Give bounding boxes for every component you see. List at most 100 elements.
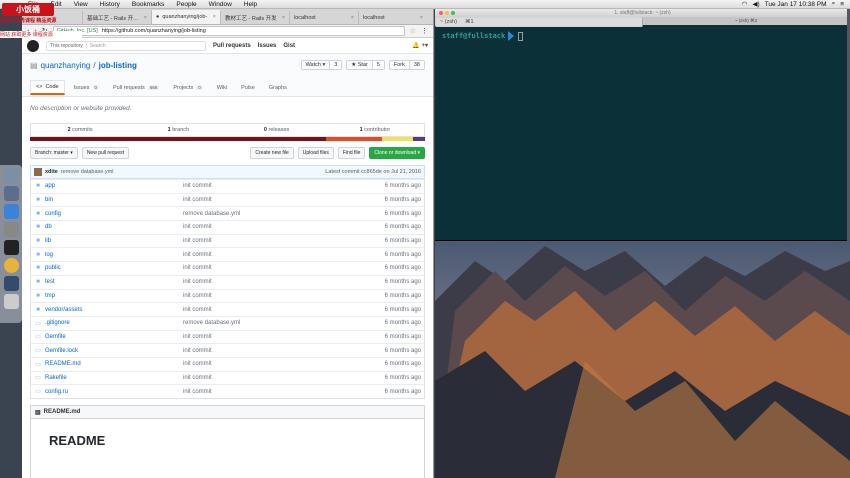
- close-icon[interactable]: [439, 11, 443, 15]
- file-commit-message[interactable]: init commit: [183, 334, 372, 340]
- browser-tab[interactable]: localhost ×: [358, 11, 427, 24]
- terminal-window[interactable]: 1. staff@fullstack: ~ (zsh) ~ (zsh) ⌘1 ~…: [435, 9, 850, 241]
- file-commit-message[interactable]: init commit: [183, 265, 372, 271]
- table-row[interactable]: ▭ config.ru init commit 6 months ago: [31, 384, 424, 398]
- minimize-icon[interactable]: [445, 11, 449, 15]
- volume-icon[interactable]: ◀): [752, 0, 759, 8]
- header-link-issues[interactable]: Issues: [258, 43, 277, 49]
- file-name[interactable]: db: [45, 224, 183, 230]
- table-row[interactable]: ■ app init commit 6 months ago: [31, 179, 424, 193]
- terminal-icon[interactable]: [3, 240, 19, 255]
- file-name[interactable]: Rakefile: [45, 375, 183, 381]
- repo-name[interactable]: job-listing: [99, 61, 137, 70]
- close-icon[interactable]: ×: [282, 15, 285, 21]
- table-row[interactable]: ■ public init commit 6 months ago: [31, 261, 424, 275]
- menu-bookmarks[interactable]: Bookmarks: [126, 1, 171, 8]
- file-commit-message[interactable]: init commit: [183, 389, 372, 395]
- clock[interactable]: Tue Jan 17 10:38 PM: [765, 1, 827, 8]
- fork-button[interactable]: Fork 38: [388, 60, 425, 70]
- file-commit-message[interactable]: init commit: [183, 252, 372, 258]
- table-row[interactable]: ■ test init commit 6 months ago: [31, 274, 424, 289]
- file-commit-message[interactable]: init commit: [183, 348, 372, 354]
- notifications-icon[interactable]: ≡: [840, 1, 844, 8]
- app-icon[interactable]: [3, 276, 19, 291]
- repo-owner[interactable]: quanzhanying: [41, 61, 91, 70]
- table-row[interactable]: ■ bin init commit 6 months ago: [31, 192, 424, 207]
- header-link-gist[interactable]: Gist: [283, 43, 295, 49]
- terminal-tab-2[interactable]: ~ (zsh) ⌘2: [643, 17, 850, 25]
- table-row[interactable]: ■ lib init commit 6 months ago: [31, 233, 424, 248]
- wifi-icon[interactable]: ◠: [742, 0, 748, 8]
- file-name[interactable]: Gemfile.lock: [45, 348, 183, 354]
- avatar[interactable]: [34, 168, 42, 176]
- table-row[interactable]: ■ log init commit 6 months ago: [31, 247, 424, 261]
- launchpad-icon[interactable]: [3, 186, 19, 201]
- menu-people[interactable]: People: [170, 1, 202, 8]
- commit-author[interactable]: xdite: [45, 169, 58, 175]
- finder-icon[interactable]: [3, 168, 19, 183]
- file-name[interactable]: vendor/assets: [45, 307, 183, 313]
- url-field[interactable]: GitHub, Inc. [US] https://github.com/qua…: [52, 26, 405, 36]
- trash-icon[interactable]: [3, 294, 19, 309]
- star-button[interactable]: ★ Star 5: [346, 60, 385, 70]
- file-name[interactable]: public: [45, 265, 183, 271]
- header-icons[interactable]: 🔔 +▾: [412, 42, 428, 49]
- table-row[interactable]: ▭ README.md init commit 6 months ago: [31, 356, 424, 371]
- close-icon[interactable]: ×: [213, 14, 216, 20]
- table-row[interactable]: ■ db init commit 6 months ago: [31, 220, 424, 234]
- language-bar[interactable]: [30, 137, 425, 141]
- file-name[interactable]: log: [45, 252, 183, 258]
- file-commit-message[interactable]: init commit: [183, 293, 372, 299]
- table-row[interactable]: ■ config remove database.yml 6 months ago: [31, 206, 424, 220]
- create-new-file-button[interactable]: Create new file: [250, 147, 294, 159]
- file-commit-message[interactable]: init commit: [183, 224, 372, 230]
- latest-commit[interactable]: Latest commit cc865de on Jul 21, 2016: [325, 169, 421, 175]
- tab-graphs[interactable]: Graphs: [264, 80, 292, 95]
- file-name[interactable]: lib: [45, 238, 183, 244]
- close-icon[interactable]: ×: [144, 15, 147, 21]
- menu-icon[interactable]: ⋮: [421, 27, 428, 35]
- spotlight-icon[interactable]: ⌕: [832, 0, 836, 8]
- file-name[interactable]: README.md: [45, 361, 183, 367]
- header-link-pull-requests[interactable]: Pull requests: [213, 43, 251, 49]
- menu-window[interactable]: Window: [203, 1, 238, 8]
- file-name[interactable]: .gitignore: [45, 320, 183, 326]
- chrome-icon[interactable]: [3, 258, 19, 273]
- file-name[interactable]: test: [45, 279, 183, 285]
- file-commit-message[interactable]: remove database.yml: [183, 211, 372, 217]
- close-icon[interactable]: ×: [420, 15, 423, 21]
- clone-download-button[interactable]: Clone or download ▾: [369, 147, 425, 159]
- file-commit-message[interactable]: init commit: [183, 375, 372, 381]
- file-commit-message[interactable]: init commit: [183, 307, 372, 313]
- file-commit-message[interactable]: init commit: [183, 197, 372, 203]
- file-commit-message[interactable]: init commit: [183, 183, 372, 189]
- file-name[interactable]: config.ru: [45, 389, 183, 395]
- menu-history[interactable]: History: [94, 1, 126, 8]
- menu-help[interactable]: Help: [238, 1, 263, 8]
- contributors-link[interactable]: 1 contributor: [326, 127, 424, 133]
- file-name[interactable]: Gemfile: [45, 334, 183, 340]
- close-icon[interactable]: ×: [351, 15, 354, 21]
- find-file-button[interactable]: Find file: [337, 147, 366, 159]
- new-pull-request-button[interactable]: New pull request: [81, 147, 130, 159]
- releases-link[interactable]: 0 releases: [228, 127, 326, 133]
- table-row[interactable]: ■ vendor/assets init commit 6 months ago: [31, 302, 424, 316]
- browser-tab[interactable]: 教材工艺 - Rails 开发 ×: [220, 11, 289, 24]
- tab-pull-requests[interactable]: Pull requests 666: [108, 80, 164, 95]
- branch-link[interactable]: 1 branch: [129, 127, 227, 133]
- tab-wiki[interactable]: Wiki: [212, 80, 232, 95]
- file-commit-message[interactable]: init commit: [183, 279, 372, 285]
- file-name[interactable]: app: [45, 183, 183, 189]
- commits-link[interactable]: 2 commits: [31, 127, 129, 133]
- file-name[interactable]: bin: [45, 197, 183, 203]
- browser-tab-active[interactable]: ● quanzhanying/job- ×: [151, 10, 220, 24]
- terminal-tab-1[interactable]: ~ (zsh) ⌘1: [435, 17, 643, 27]
- file-commit-message[interactable]: init commit: [183, 238, 372, 244]
- table-row[interactable]: ▭ Gemfile.lock init commit 6 months ago: [31, 343, 424, 357]
- tab-pulse[interactable]: Pulse: [236, 80, 260, 95]
- table-row[interactable]: ■ tmp init commit 6 months ago: [31, 288, 424, 303]
- system-preferences-icon[interactable]: [3, 222, 19, 237]
- tab-issues[interactable]: Issues 0: [69, 80, 104, 95]
- file-commit-message[interactable]: remove database.yml: [183, 320, 372, 326]
- file-commit-message[interactable]: init commit: [183, 361, 372, 367]
